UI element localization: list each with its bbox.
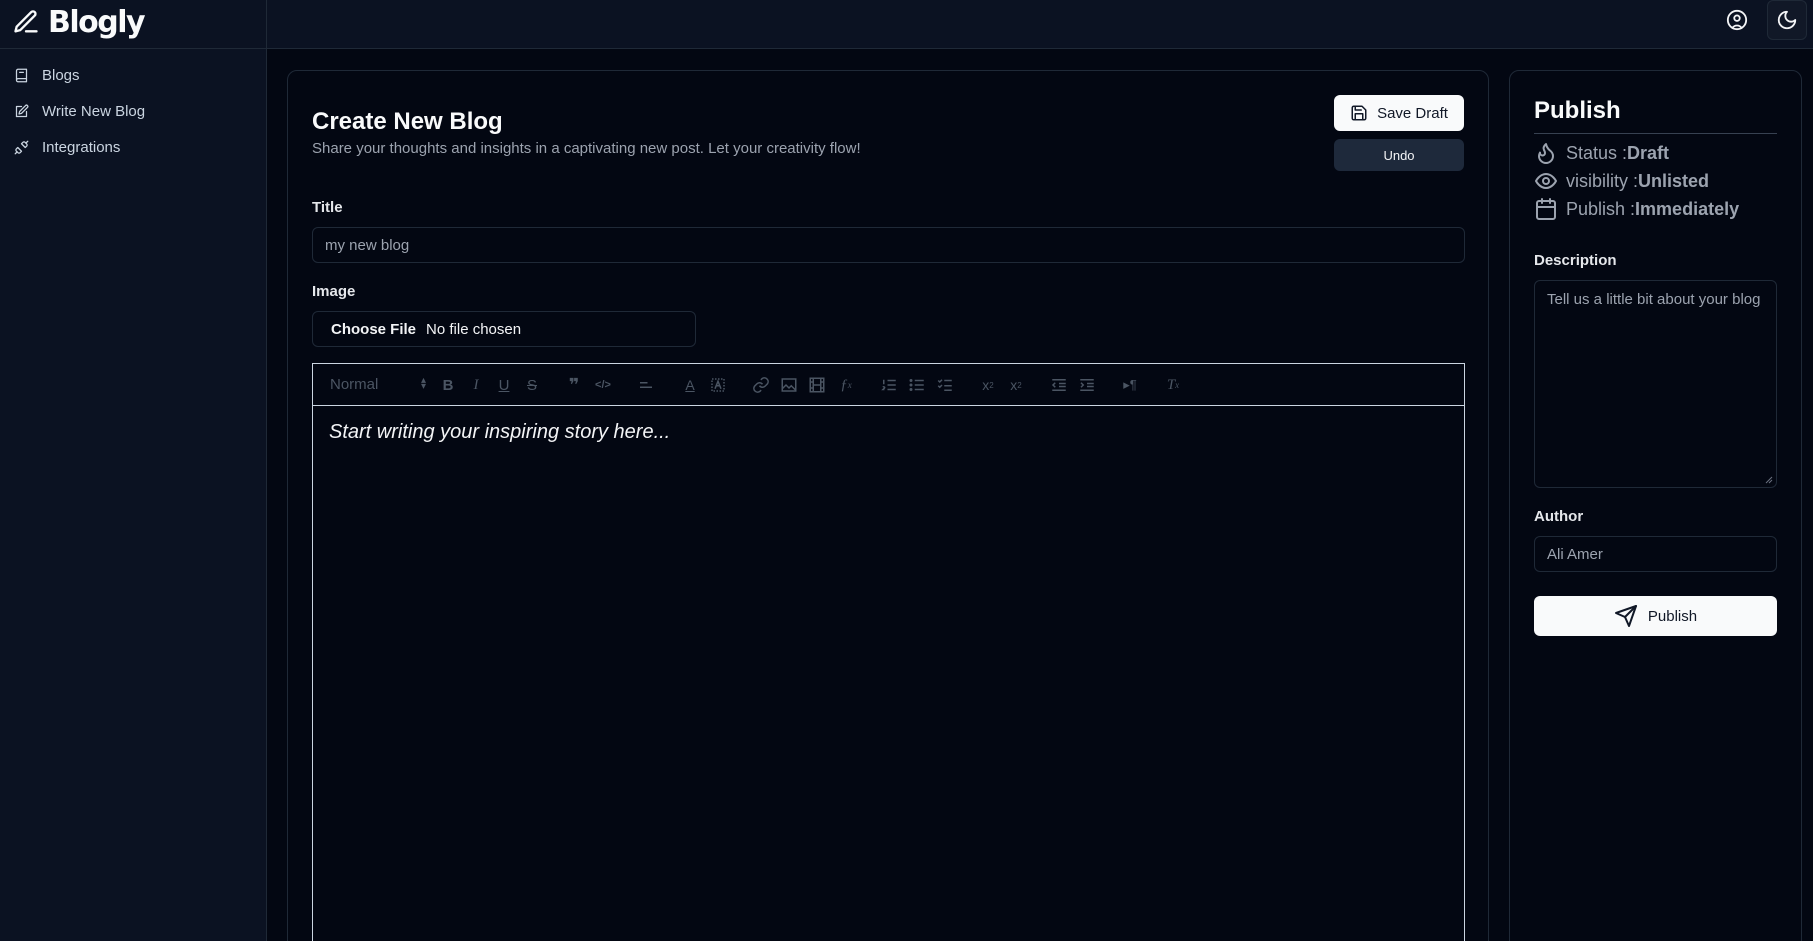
edit-icon <box>15 104 29 117</box>
book-icon <box>15 68 28 82</box>
status-row: Status : Draft <box>1534 140 1669 166</box>
sidebar: Blogs Write New Blog Integrations <box>0 49 267 941</box>
publish-title: Publish <box>1534 97 1621 124</box>
flame-icon <box>1538 143 1554 164</box>
status-label: Status : <box>1566 142 1628 163</box>
align-left-icon <box>640 382 652 388</box>
link-icon <box>753 377 769 393</box>
highlight-icon <box>711 378 725 392</box>
save-draft-button[interactable]: Save Draft <box>1334 95 1464 131</box>
visibility-row: visibility : Unlisted <box>1534 168 1709 194</box>
image-button[interactable] <box>779 375 799 395</box>
sidebar-item-write-new-blog[interactable]: Write New Blog <box>14 99 145 123</box>
sidebar-item-label: Blogs <box>42 66 80 84</box>
video-button[interactable] <box>807 375 827 395</box>
pencil-icon <box>14 10 38 33</box>
resize-handle-icon[interactable] <box>1765 476 1773 484</box>
bold-button[interactable]: B <box>438 375 458 395</box>
select-arrows-icon: ▴ ▾ <box>421 375 427 392</box>
code-block-button[interactable]: </> <box>593 375 613 395</box>
film-icon <box>809 377 825 393</box>
checklist-button[interactable] <box>935 375 955 395</box>
link-button[interactable] <box>751 375 771 395</box>
publish-time-label: Publish : <box>1566 198 1636 219</box>
publish-divider <box>1534 133 1777 134</box>
save-draft-label: Save Draft <box>1377 104 1448 122</box>
ordered-list-button[interactable] <box>879 375 899 395</box>
status-value: Draft <box>1627 142 1670 163</box>
outdent-button[interactable] <box>1049 375 1069 395</box>
editor-toolbar: Normal ▴ ▾ B I U S ❞ </> A ƒx x2 x2 ▸¶ Tx <box>312 363 1465 406</box>
checklist-icon <box>937 379 952 391</box>
publish-button-label: Publish <box>1647 607 1698 625</box>
strikethrough-button[interactable]: S <box>522 375 542 395</box>
sidebar-item-integrations[interactable]: Integrations <box>14 135 120 159</box>
sidebar-item-label: Integrations <box>42 138 121 156</box>
undo-button[interactable]: Undo <box>1334 139 1464 171</box>
top-header: Blogly <box>0 0 1813 49</box>
user-circle-icon <box>1726 9 1748 31</box>
editor-content-area[interactable]: Start writing your inspiring story here.… <box>312 405 1465 941</box>
app-name: Blogly <box>48 4 146 40</box>
superscript-button[interactable]: x2 <box>1006 375 1026 395</box>
header-divider <box>266 0 267 49</box>
user-account-button[interactable] <box>1717 0 1757 40</box>
publish-time-value: Immediately <box>1635 198 1740 219</box>
file-status: No file chosen <box>426 320 522 338</box>
sidebar-item-blogs[interactable]: Blogs <box>14 63 80 87</box>
publish-button[interactable]: Publish <box>1534 596 1777 636</box>
eye-icon <box>1535 173 1557 189</box>
editor-placeholder: Start writing your inspiring story here.… <box>329 421 671 443</box>
background-color-button[interactable] <box>708 375 728 395</box>
page-subtitle: Share your thoughts and insights in a ca… <box>312 140 861 157</box>
plug-icon <box>14 140 29 154</box>
author-label: Author <box>1534 508 1584 525</box>
page-title: Create New Blog <box>312 108 503 135</box>
save-icon <box>1351 105 1367 121</box>
heading-select-value: Normal <box>330 376 379 393</box>
moon-icon <box>1777 10 1797 30</box>
blockquote-button[interactable]: ❞ <box>564 375 584 395</box>
indent-icon <box>1080 379 1094 391</box>
align-button[interactable] <box>636 375 656 395</box>
clear-formatting-button[interactable]: Tx <box>1163 375 1183 395</box>
bullet-list-button[interactable] <box>907 375 927 395</box>
outdent-icon <box>1051 379 1066 391</box>
image-label: Image <box>312 283 356 300</box>
title-label: Title <box>312 199 343 216</box>
app-logo[interactable]: Blogly <box>12 2 146 42</box>
choose-file-button[interactable]: Choose File <box>331 321 416 338</box>
text-color-button[interactable]: A <box>680 375 700 395</box>
description-label: Description <box>1534 252 1617 269</box>
text-direction-button[interactable]: ▸¶ <box>1120 375 1140 395</box>
description-placeholder: Tell us a little bit about your blog <box>1547 291 1761 308</box>
subscript-button[interactable]: x2 <box>978 375 998 395</box>
image-icon <box>781 378 797 392</box>
calendar-icon <box>1536 198 1556 220</box>
publish-time-row: Publish : Immediately <box>1534 196 1739 222</box>
italic-button[interactable]: I <box>466 375 486 395</box>
author-input[interactable]: Ali Amer <box>1534 536 1777 572</box>
sidebar-item-label: Write New Blog <box>42 102 146 120</box>
theme-toggle-button[interactable] <box>1767 0 1807 40</box>
formula-button[interactable]: ƒx <box>836 375 856 395</box>
description-textarea[interactable]: Tell us a little bit about your blog <box>1534 280 1777 488</box>
visibility-label: visibility : <box>1566 170 1639 191</box>
indent-button[interactable] <box>1077 375 1097 395</box>
visibility-value: Unlisted <box>1638 170 1710 191</box>
bullet-list-icon <box>909 379 924 391</box>
underline-button[interactable]: U <box>494 375 514 395</box>
heading-select[interactable]: Normal ▴ ▾ <box>330 376 426 394</box>
title-input[interactable]: my new blog <box>312 227 1465 263</box>
ordered-list-icon <box>881 379 896 391</box>
image-file-input[interactable]: Choose File No file chosen <box>312 311 696 347</box>
send-icon <box>1614 605 1637 627</box>
